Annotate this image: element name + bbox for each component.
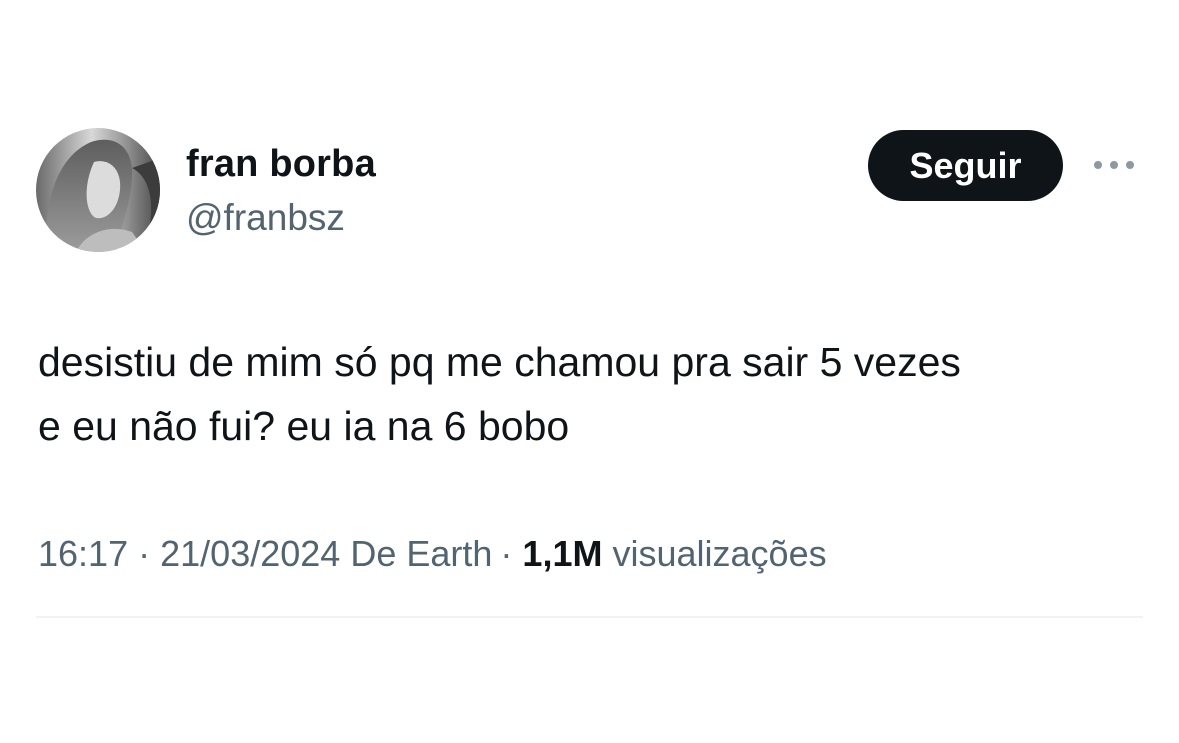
views-count[interactable]: 1,1M xyxy=(522,533,602,574)
tweet-date[interactable]: 21/03/2024 xyxy=(160,533,340,574)
tweet-meta: 16:17 · 21/03/2024 De Earth · 1,1M visual… xyxy=(38,533,827,575)
divider xyxy=(36,616,1143,618)
views-label: visualizações xyxy=(612,533,827,574)
avatar-photo xyxy=(36,128,160,252)
tweet-source: De Earth xyxy=(350,533,493,574)
more-horizontal-icon xyxy=(1094,161,1134,169)
meta-separator: · xyxy=(138,533,151,574)
display-name[interactable]: fran borba xyxy=(186,143,376,186)
avatar[interactable] xyxy=(36,128,160,252)
follow-button[interactable]: Seguir xyxy=(868,130,1063,201)
tweet-text: desistiu de mim só pq me chamou pra sair… xyxy=(38,339,961,449)
tweet-time[interactable]: 16:17 xyxy=(38,533,128,574)
more-options-button[interactable] xyxy=(1090,151,1138,179)
user-handle[interactable]: @franbsz xyxy=(186,197,345,239)
meta-separator: · xyxy=(500,533,513,574)
